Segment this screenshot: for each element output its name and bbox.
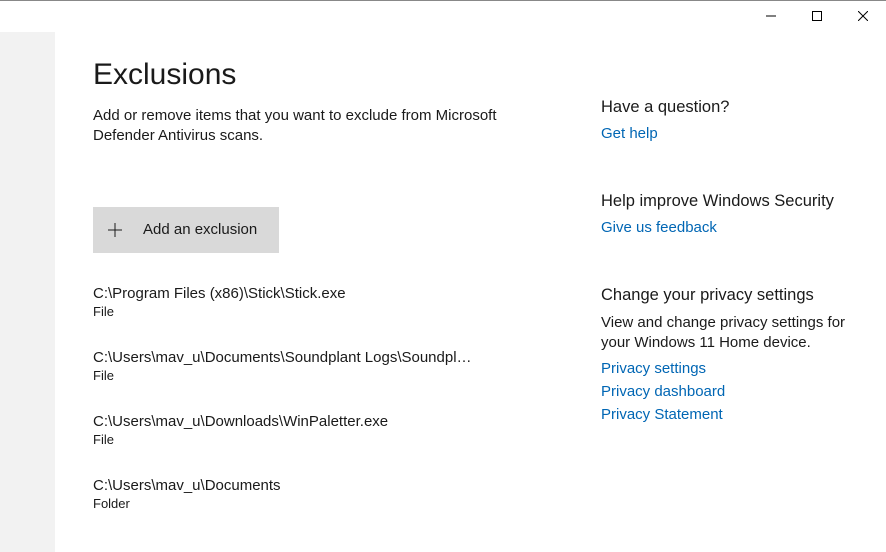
privacy-heading: Change your privacy settings	[601, 286, 850, 305]
get-help-link[interactable]: Get help	[601, 125, 850, 142]
help-block: Have a question? Get help	[601, 98, 850, 142]
improve-heading: Help improve Windows Security	[601, 192, 850, 211]
exclusion-path: C:\Users\mav_u\Downloads\WinPaletter.exe	[93, 413, 483, 430]
exclusion-path: C:\Program Files (x86)\Stick\Stick.exe	[93, 285, 483, 302]
feedback-link[interactable]: Give us feedback	[601, 219, 850, 236]
exclusion-item[interactable]: C:\Program Files (x86)\Stick\Stick.exe F…	[93, 285, 483, 319]
add-exclusion-button[interactable]: Add an exclusion	[93, 207, 279, 253]
exclusion-type: File	[93, 432, 483, 447]
exclusion-item[interactable]: C:\Users\mav_u\Documents Folder	[93, 477, 483, 511]
content-area: Exclusions Add or remove items that you …	[55, 32, 886, 552]
add-exclusion-label: Add an exclusion	[143, 221, 257, 238]
close-button[interactable]	[840, 1, 886, 31]
maximize-button[interactable]	[794, 1, 840, 31]
privacy-description: View and change privacy settings for you…	[601, 313, 850, 354]
nav-sidebar	[0, 32, 55, 552]
privacy-settings-link[interactable]: Privacy settings	[601, 360, 850, 377]
improve-block: Help improve Windows Security Give us fe…	[601, 192, 850, 236]
privacy-block: Change your privacy settings View and ch…	[601, 286, 850, 423]
main-column: Exclusions Add or remove items that you …	[93, 58, 573, 552]
exclusion-type: File	[93, 368, 483, 383]
minimize-button[interactable]	[748, 1, 794, 31]
plus-icon	[107, 222, 123, 238]
exclusion-item[interactable]: C:\Users\mav_u\Downloads\WinPaletter.exe…	[93, 413, 483, 447]
privacy-statement-link[interactable]: Privacy Statement	[601, 406, 850, 423]
page-description: Add or remove items that you want to exc…	[93, 106, 523, 147]
help-heading: Have a question?	[601, 98, 850, 117]
window-titlebar	[0, 0, 886, 32]
exclusion-item[interactable]: C:\Users\mav_u\Documents\Soundplant Logs…	[93, 349, 483, 383]
exclusion-path: C:\Users\mav_u\Documents	[93, 477, 483, 494]
side-column: Have a question? Get help Help improve W…	[573, 58, 850, 552]
exclusion-type: File	[93, 304, 483, 319]
exclusion-type: Folder	[93, 496, 483, 511]
exclusion-path: C:\Users\mav_u\Documents\Soundplant Logs…	[93, 349, 483, 366]
page-title: Exclusions	[93, 58, 573, 92]
privacy-dashboard-link[interactable]: Privacy dashboard	[601, 383, 850, 400]
